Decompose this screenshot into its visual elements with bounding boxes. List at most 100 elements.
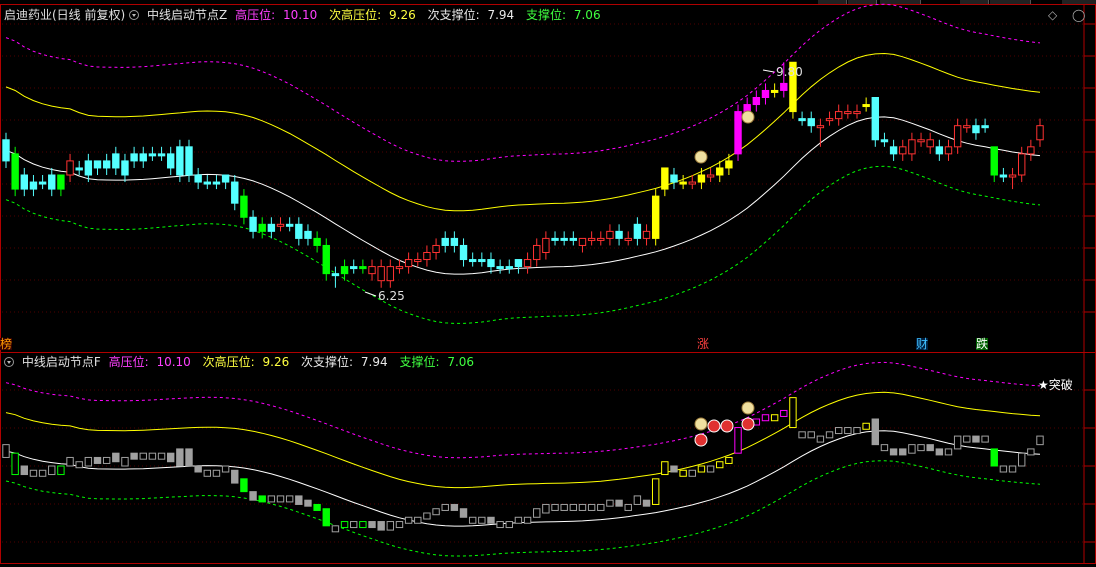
candle-body [523,259,532,268]
candle-body [853,111,861,115]
money-bag-icon [741,110,755,124]
candle-body [322,244,330,275]
candle-body [889,146,898,155]
candle-body [102,160,111,169]
indicator-block [725,456,733,464]
tag-die[interactable]: 跌 [976,338,989,350]
candle-body [66,160,74,176]
candle-body [112,153,120,169]
upper-mid-band-line-pane2 [5,391,1041,489]
sub-high-value: 9.26 [389,8,416,22]
candle-body [176,146,184,176]
high-value: 10.10 [282,8,318,22]
candle-body [386,266,395,282]
indicator-block [1017,452,1026,467]
candle-body [20,174,29,190]
indicator-block [587,503,596,511]
candle-body [185,146,193,176]
red-ball-icon [720,419,734,433]
indicator-block [679,469,687,477]
indicator-block [972,435,980,443]
indicator-block [816,435,825,443]
indicator-block [1008,465,1017,473]
tag-bang[interactable]: 榜 [0,338,13,350]
indicator-block [258,495,266,503]
candle-body [404,259,413,268]
candle-body [57,174,65,190]
indicator-block [1036,435,1044,446]
indicator-block [963,435,971,443]
indicator-block [139,452,147,460]
candle-body [459,244,468,261]
indicator-block [57,465,65,476]
indicator-block [148,452,157,460]
sub-support-value: 7.94 [487,8,515,22]
candle-body [130,153,138,162]
indicator-block [295,495,303,505]
indicator-block [441,503,449,511]
high-value-2: 10.10 [156,355,191,369]
indicator-dropdown-icon[interactable] [129,10,140,20]
indicator-block [798,431,806,439]
candle-body [953,125,962,148]
candle-body [1008,174,1017,178]
indicator-block [990,448,998,467]
candle-body [825,118,834,122]
candle-body [615,230,623,239]
candle-body [84,160,93,176]
indicator-block [697,465,706,473]
candle-body [11,153,19,190]
candle-body [834,111,843,120]
sub-support-value-2: 7.94 [360,355,388,369]
indicator2-dropdown-icon[interactable] [4,357,14,367]
diamond-icon[interactable]: ◇ [1048,8,1057,22]
indicator-block [834,427,843,435]
candle-body [844,111,852,115]
indicator-block [780,409,788,417]
candle-body [478,259,486,263]
indicator-block [66,456,74,467]
indicator-block [578,503,587,511]
lower-band-line [5,165,1041,324]
candle-body [295,223,303,239]
indicator-block [459,508,468,518]
candle-body [770,89,779,93]
indicator-block [93,456,102,464]
candle-body [734,111,742,155]
indicator-name[interactable]: 中线启动节点Z [147,8,227,22]
indicator-block [157,452,166,460]
indicator-block [926,444,934,452]
candle-body [514,259,523,268]
candle-body [743,104,751,113]
sub-support-label-2: 次支撑位: [301,355,354,369]
candle-body [661,167,669,190]
candle-body [487,259,495,268]
candle-body [798,118,806,122]
indicator-block [404,516,413,524]
candle-body [908,139,916,155]
indicator-block [423,512,431,520]
candle-body [981,125,989,129]
candle-body [93,160,102,169]
indicator-block [944,448,953,456]
indicator-block [981,435,989,443]
candle-body [304,230,312,239]
candle-body [816,125,825,129]
indicator-block [276,495,285,503]
candle-body [780,82,788,91]
circle-icon[interactable]: ◯ [1072,8,1085,22]
indicator2-name[interactable]: 中线启动节点F [22,355,101,369]
candle-body [963,125,971,129]
indicator-block [661,461,669,476]
tag-zhang[interactable]: 涨 [697,338,709,350]
tag-cai[interactable]: 财 [916,338,929,350]
indicator-block [167,452,175,463]
candlestick-chart[interactable] [0,0,1096,567]
candle-body [240,195,248,218]
red-ball-icon [707,419,721,433]
candle-body [587,237,596,241]
indicator-block [807,431,815,439]
pane1-header: 启迪药业(日线 前复权) 中线启动节点Z 高压位: 10.10 次高压位: 9.… [4,8,609,22]
red-ball-icon [741,417,755,431]
indicator-block [597,503,605,511]
